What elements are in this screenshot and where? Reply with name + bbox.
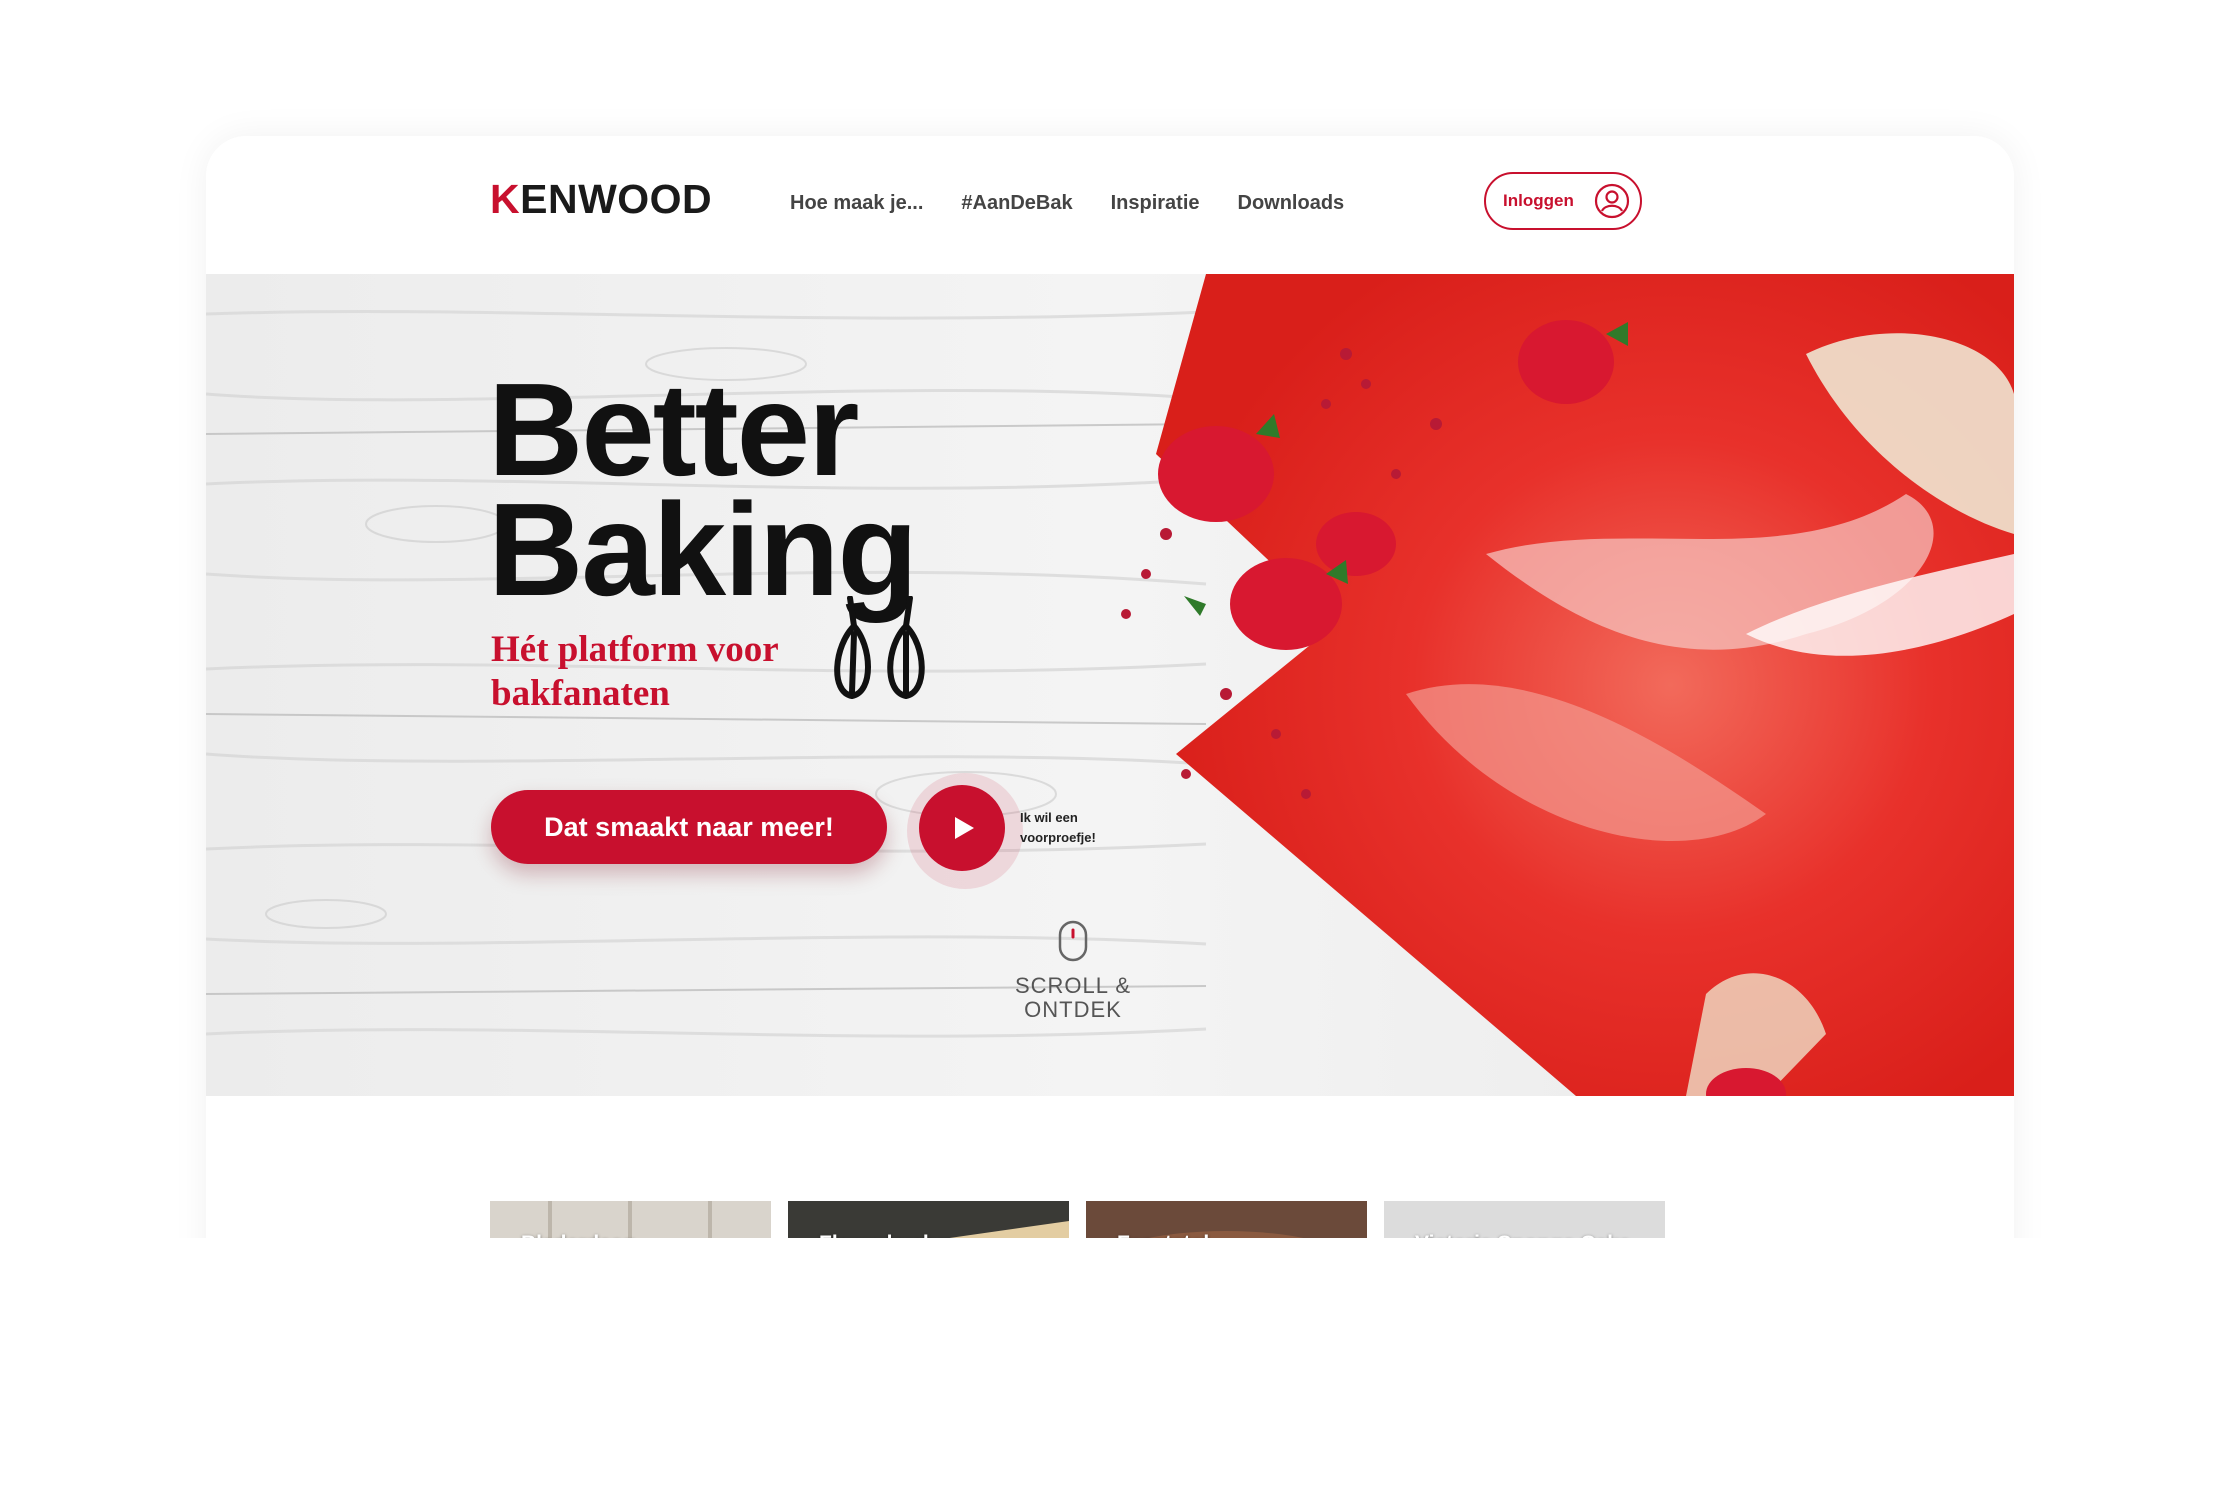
hero-title-line1: Better bbox=[488, 356, 859, 503]
logo-letter-k: K bbox=[490, 176, 521, 222]
browser-frame: KENWOOD Hoe maak je... #AanDeBak Inspira… bbox=[206, 136, 2014, 1372]
logo-text: ENWOOD bbox=[520, 176, 713, 222]
play-icon bbox=[955, 817, 974, 839]
hero-title-line2: Baking bbox=[488, 476, 918, 623]
hero-title: Better Baking bbox=[488, 356, 918, 623]
nav-item-downloads[interactable]: Downloads bbox=[1238, 192, 1345, 215]
whisk-icon bbox=[834, 596, 925, 700]
site-header: KENWOOD Hoe maak je... #AanDeBak Inspira… bbox=[206, 136, 2014, 274]
page-bottom-fade bbox=[0, 1238, 2220, 1500]
hero-section: Better Baking Hét platform voor bakfanat… bbox=[206, 274, 2014, 1096]
login-label: Inloggen bbox=[1503, 191, 1574, 210]
nav-item-aandebak[interactable]: #AanDeBak bbox=[961, 192, 1072, 215]
main-nav: Hoe maak je... #AanDeBak Inspiratie Down… bbox=[790, 192, 1344, 215]
login-button[interactable]: Inloggen bbox=[1484, 172, 1642, 230]
hero-subtitle: Hét platform voor bakfanaten bbox=[491, 629, 779, 714]
nav-item-inspiratie[interactable]: Inspiratie bbox=[1111, 192, 1200, 215]
scroll-label[interactable]: SCROLL & ONTDEK bbox=[1006, 974, 1140, 1022]
play-video-button[interactable] bbox=[919, 785, 1005, 871]
nav-item-hoe-maak-je[interactable]: Hoe maak je... bbox=[790, 192, 923, 215]
kenwood-logo[interactable]: KENWOOD bbox=[490, 176, 712, 223]
mouse-scroll-icon bbox=[1058, 920, 1088, 962]
cta-button[interactable]: Dat smaakt naar meer! bbox=[491, 790, 887, 864]
user-circle-icon bbox=[1594, 183, 1630, 219]
video-label[interactable]: Ik wil een voorproefje! bbox=[1020, 808, 1130, 848]
